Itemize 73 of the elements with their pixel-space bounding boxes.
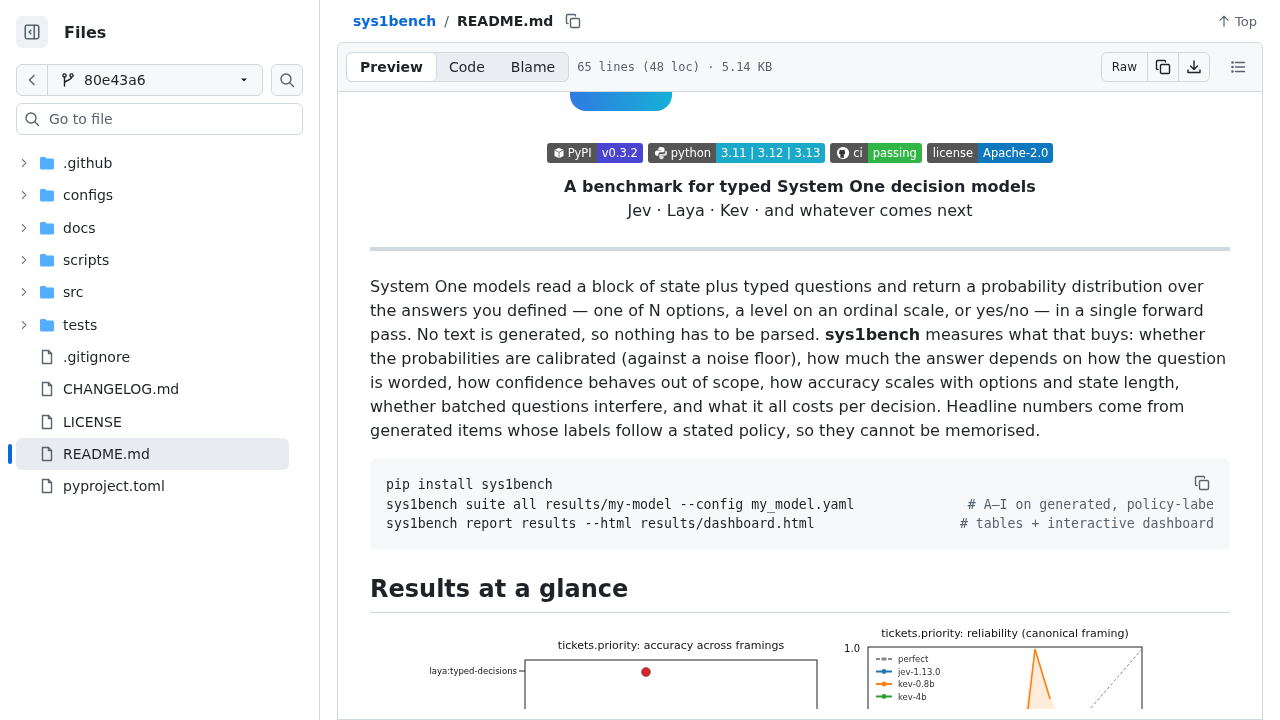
legend-label: perfect [898,653,929,664]
code-comment: # A–I on generated, policy-labe [967,495,1214,514]
file-info: 65 lines (48 loc) · 5.14 KB [577,60,773,74]
sidebar-title: Files [64,22,107,42]
file-icon [39,348,55,365]
file-item[interactable]: .gitignore [16,340,289,374]
dot-plot: tickets.priority: accuracy across framings laya:typed-decisions [370,628,840,709]
badge[interactable]: ci passing [830,143,922,163]
code-line: sys1bench report results --html results/dashboard.html [386,515,816,533]
folder-icon [39,219,55,236]
legend-label: kev-0.8b [898,678,935,689]
sidebar-toggle-button[interactable] [16,16,48,48]
breadcrumb-separator: / [444,13,449,29]
badge-value: passing [867,143,922,163]
folder-item[interactable]: scripts [16,243,289,277]
folder-icon [39,252,55,269]
python-logo-icon [653,146,668,160]
badge[interactable]: python 3.11 | 3.12 | 3.13 [647,143,826,163]
cube-icon [552,147,565,159]
view-tab[interactable]: Code [436,53,498,81]
file-item[interactable]: LICENSE [16,405,289,438]
code-line: pip install sys1bench [386,476,554,494]
copy-icon [1194,475,1210,491]
folder-item[interactable]: src [16,276,289,309]
view-tab[interactable]: Blame [497,53,569,81]
file-name: README.md [457,13,554,29]
go-to-file-field[interactable]: Go to file [16,103,303,135]
download-icon [1186,59,1202,75]
readme-title: A benchmark for typed System One decision models [563,176,1037,198]
file-icon [39,445,55,462]
code-line: sys1bench suite all results/my-model --config my_model.yaml [386,495,855,514]
copy-icon [565,13,582,29]
code-comment: # tables + interactive dashboard [959,515,1214,533]
badge-value: Apache-2.0 [978,143,1054,163]
section-heading: Results at a glance [370,573,1230,613]
badge-value: 3.11 | 3.12 | 3.13 [716,143,826,163]
octocat-icon [836,146,851,160]
list-icon [1230,59,1246,75]
file-item[interactable]: pyproject.toml [16,469,289,503]
file-icon [39,478,55,495]
folder-icon [39,284,55,301]
badge[interactable]: PyPI v0.3.2 [546,143,643,163]
file-item[interactable]: CHANGELOG.md [16,373,289,406]
selection-indicator [8,443,12,464]
file-icon [39,381,55,398]
search-button[interactable] [271,64,303,96]
diagonal-line [1089,648,1143,709]
panel-icon [23,23,41,41]
file-icon [39,413,55,430]
legend-label: kev-4b [898,691,927,701]
legend-label: jev-1.13.0 [898,666,941,676]
folder-item[interactable]: configs [16,179,289,212]
badge-label: ci [830,143,868,163]
badge[interactable]: license Apache-2.0 [926,143,1054,163]
badge-label: license [926,143,978,163]
curve-drawing [1025,647,1055,709]
folder-item[interactable]: tests [16,308,289,341]
search-icon [279,72,296,88]
view-tab[interactable]: Preview [346,52,437,82]
readme-paragraph: System One models read a block of state plus typed questions and return a probability distribution over the answers you defined — one of N options, a level on an ordinal scale, or yes/no — in a single forward pass. No text is generated, so nothing has to be parsed. sys1bench measures what that buys: whether the probabilities are calibrated (against a noise floor), how much the answer depends on how the question is worded, how confidence behaves out of scope, how accuracy scales with options and state length, whether batched questions interfere, and what it all costs per decision. Headline numbers come from generated items whose labels follow a stated policy, so they cannot be memorised. [370,276,1228,442]
badge-label: PyPI [546,143,597,163]
copy-icon [1155,59,1171,75]
repo-link[interactable]: sys1bench [353,13,437,29]
search-icon [24,111,40,127]
readme-subtitle: Jev · Laya · Kev · and whatever comes next [625,200,974,222]
folder-icon [39,155,55,172]
folder-item[interactable]: docs [16,211,289,244]
badge-value: v0.3.2 [596,143,643,163]
badge-label: python [647,143,716,163]
folder-icon [39,187,55,204]
folder-icon [39,316,55,333]
folder-item[interactable]: .github [16,147,289,180]
top-button[interactable]: Top [1211,12,1263,30]
